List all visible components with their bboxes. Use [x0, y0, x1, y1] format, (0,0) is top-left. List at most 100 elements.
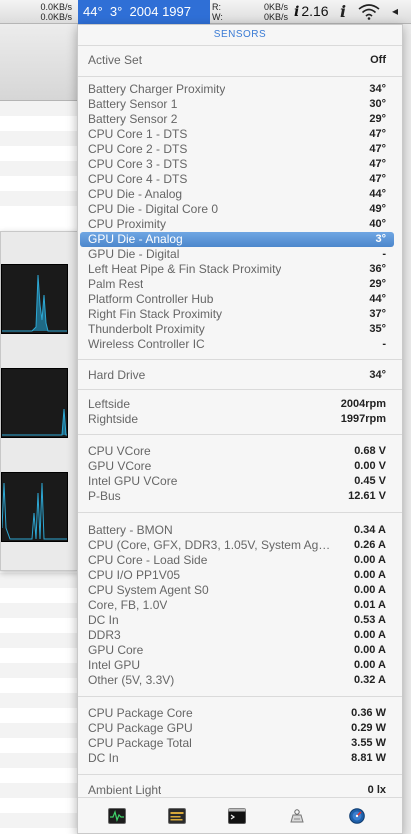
- divider: [78, 774, 402, 775]
- voltage-row[interactable]: Intel GPU VCore 0.45 V: [78, 474, 402, 489]
- list-row[interactable]: [0, 693, 80, 708]
- list-row[interactable]: [0, 738, 80, 753]
- list-row[interactable]: [0, 753, 80, 768]
- sensor-row[interactable]: Battery Charger Proximity 34°: [78, 82, 402, 97]
- wifi-icon[interactable]: [358, 4, 380, 22]
- sensor-row[interactable]: CPU Core 3 - DTS 47°: [78, 157, 402, 172]
- fan-value: 2004rpm: [340, 398, 386, 410]
- sensor-row[interactable]: Wireless Controller IC -: [78, 337, 402, 352]
- list-row[interactable]: [0, 176, 80, 191]
- system-preferences-icon[interactable]: [288, 808, 306, 824]
- current-row[interactable]: CPU System Agent S0 0.00 A: [78, 583, 402, 598]
- list-row[interactable]: [0, 663, 80, 678]
- list-row[interactable]: [0, 603, 80, 618]
- list-row[interactable]: [0, 678, 80, 693]
- list-row[interactable]: [0, 101, 80, 116]
- menu-bar: 0.0KB/s 0.0KB/s 44° 3° 2004 1997 R: W: 0…: [0, 0, 411, 24]
- current-row[interactable]: CPU (Core, GFX, DDR3, 1.05V, System Ag… 0…: [78, 538, 402, 553]
- list-row[interactable]: [0, 723, 80, 738]
- current-row[interactable]: GPU Core 0.00 A: [78, 643, 402, 658]
- sensor-value: 47°: [369, 158, 386, 170]
- sensor-row-selected[interactable]: GPU Die - Analog 3°: [80, 232, 394, 247]
- power-value: 0.36 W: [351, 707, 386, 719]
- info-icon[interactable]: i: [340, 2, 346, 21]
- list-row[interactable]: [0, 206, 80, 221]
- cpu-load-item[interactable]: i 2.16: [294, 3, 329, 20]
- current-row[interactable]: Intel GPU 0.00 A: [78, 658, 402, 673]
- hard-drive-row[interactable]: Hard Drive 34°: [78, 363, 402, 387]
- sensor-row[interactable]: Right Fin Stack Proximity 37°: [78, 307, 402, 322]
- sensor-row[interactable]: Thunderbolt Proximity 35°: [78, 322, 402, 337]
- active-set-row[interactable]: Active Set Off: [78, 48, 402, 72]
- list-row[interactable]: [0, 146, 80, 161]
- current-row[interactable]: Battery - BMON 0.34 A: [78, 523, 402, 538]
- list-row[interactable]: [0, 798, 80, 813]
- sensor-label: CPU Die - Analog: [88, 187, 183, 201]
- sensors-menu-item[interactable]: 44° 3° 2004 1997: [78, 0, 210, 24]
- sensor-row[interactable]: Palm Rest 29°: [78, 277, 402, 292]
- fan-row[interactable]: Leftside 2004rpm: [78, 397, 402, 412]
- power-row[interactable]: DC In 8.81 W: [78, 751, 402, 766]
- current-label: GPU Core: [88, 643, 144, 657]
- list-row[interactable]: [0, 573, 80, 588]
- voltage-row[interactable]: P-Bus 12.61 V: [78, 489, 402, 504]
- voltage-row[interactable]: CPU VCore 0.68 V: [78, 444, 402, 459]
- list-row[interactable]: [0, 648, 80, 663]
- list-row[interactable]: [0, 813, 80, 828]
- current-value: 0.00 A: [353, 569, 386, 581]
- sensor-row[interactable]: Battery Sensor 1 30°: [78, 97, 402, 112]
- current-label: Battery - BMON: [88, 523, 173, 537]
- network-speed-item[interactable]: 0.0KB/s 0.0KB/s: [36, 2, 72, 22]
- list-row[interactable]: [0, 618, 80, 633]
- sensor-row[interactable]: Battery Sensor 2 29°: [78, 112, 402, 127]
- list-row[interactable]: [0, 633, 80, 648]
- arrow-icon[interactable]: ◂: [392, 4, 398, 18]
- list-row[interactable]: [0, 161, 80, 176]
- list-row[interactable]: [0, 131, 80, 146]
- power-row[interactable]: CPU Package GPU 0.29 W: [78, 721, 402, 736]
- sensor-row[interactable]: Left Heat Pipe & Fin Stack Proximity 36°: [78, 262, 402, 277]
- list-row[interactable]: [0, 588, 80, 603]
- fan-row[interactable]: Rightside 1997rpm: [78, 412, 402, 427]
- list-row[interactable]: [0, 783, 80, 798]
- activity-monitor-icon[interactable]: [108, 808, 126, 824]
- current-row[interactable]: Other (5V, 3.3V) 0.32 A: [78, 673, 402, 688]
- divider: [78, 359, 402, 360]
- sensor-value: 47°: [369, 128, 386, 140]
- popover-title: SENSORS: [213, 29, 267, 40]
- sensor-value: -: [382, 248, 386, 260]
- voltage-group: CPU VCore 0.68 V GPU VCore 0.00 V Intel GP…: [78, 435, 402, 512]
- current-row[interactable]: Core, FB, 1.0V 0.01 A: [78, 598, 402, 613]
- list-row[interactable]: [0, 708, 80, 723]
- list-row[interactable]: [0, 191, 80, 206]
- current-row[interactable]: DC In 0.53 A: [78, 613, 402, 628]
- sensor-row[interactable]: CPU Die - Digital Core 0 49°: [78, 202, 402, 217]
- list-row[interactable]: [0, 116, 80, 131]
- popover-toolbar: [78, 797, 402, 833]
- sensor-row[interactable]: CPU Proximity 40°: [78, 217, 402, 232]
- sensor-row[interactable]: CPU Core 1 - DTS 47°: [78, 127, 402, 142]
- sensor-row[interactable]: Platform Controller Hub 44°: [78, 292, 402, 307]
- voltage-label: CPU VCore: [88, 444, 151, 458]
- current-value: 0.34 A: [353, 524, 386, 536]
- current-row[interactable]: CPU I/O PP1V05 0.00 A: [78, 568, 402, 583]
- voltage-value: 0.45 V: [354, 475, 386, 487]
- current-label: CPU I/O PP1V05: [88, 568, 181, 582]
- sensor-row[interactable]: CPU Core 4 - DTS 47°: [78, 172, 402, 187]
- sensor-row[interactable]: GPU Die - Digital -: [78, 247, 402, 262]
- cpu-load-value: 2.16: [301, 3, 329, 19]
- voltage-row[interactable]: GPU VCore 0.00 V: [78, 459, 402, 474]
- power-row[interactable]: CPU Package Total 3.55 W: [78, 736, 402, 751]
- voltage-label: P-Bus: [88, 489, 121, 503]
- list-row[interactable]: [0, 768, 80, 783]
- current-row[interactable]: CPU Core - Load Side 0.00 A: [78, 553, 402, 568]
- terminal-icon[interactable]: [228, 808, 246, 824]
- console-icon[interactable]: [168, 808, 186, 824]
- current-row[interactable]: DDR3 0.00 A: [78, 628, 402, 643]
- sensor-label: Wireless Controller IC: [88, 337, 205, 351]
- activity-graph-panel: [0, 231, 78, 571]
- sensor-row[interactable]: CPU Die - Analog 44°: [78, 187, 402, 202]
- disk-utility-icon[interactable]: [348, 808, 366, 824]
- power-row[interactable]: CPU Package Core 0.36 W: [78, 706, 402, 721]
- sensor-row[interactable]: CPU Core 2 - DTS 47°: [78, 142, 402, 157]
